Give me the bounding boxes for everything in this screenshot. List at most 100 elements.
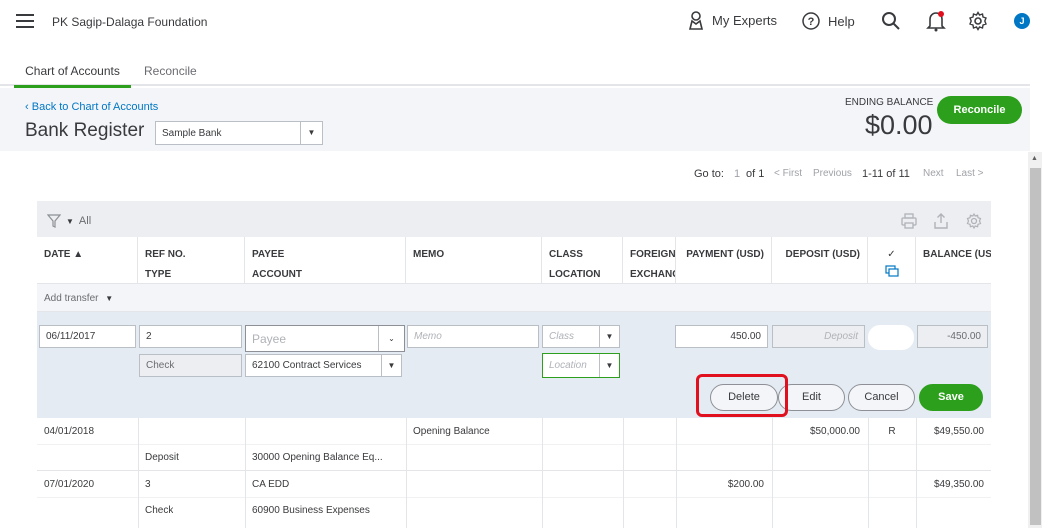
- tab-chart-of-accounts[interactable]: Chart of Accounts: [14, 64, 131, 88]
- add-transfer-label: Add transfer: [44, 293, 99, 304]
- deposit-input[interactable]: Deposit: [772, 325, 865, 348]
- pager-of-label: of 1: [746, 168, 765, 180]
- chevron-down-icon[interactable]: ⌄: [378, 326, 404, 351]
- date-input[interactable]: 06/11/2017: [39, 325, 136, 348]
- col-payment-label: PAYMENT (USD): [686, 249, 764, 260]
- scrollbar-thumb[interactable]: [1030, 168, 1041, 525]
- help-label: Help: [828, 13, 855, 29]
- col-header-payee-account[interactable]: PAYEE ACCOUNT: [245, 237, 406, 284]
- col-header-class-location[interactable]: CLASS LOCATION: [542, 237, 623, 284]
- account-select-value: Sample Bank: [162, 128, 222, 139]
- col-date-label: DATE ▲: [44, 249, 84, 260]
- class-placeholder: Class: [549, 331, 575, 342]
- col-header-date[interactable]: DATE ▲: [37, 237, 138, 284]
- expert-icon: [688, 11, 704, 30]
- row-deposit: $50,000.00: [809, 426, 860, 437]
- caret-down-icon: ▼: [105, 294, 114, 303]
- table-settings-gear-icon[interactable]: [966, 213, 982, 229]
- row-date: 04/01/2018: [44, 426, 95, 437]
- search-icon[interactable]: [881, 11, 901, 31]
- back-to-chart-link[interactable]: ‹ Back to Chart of Accounts: [25, 101, 158, 113]
- export-icon[interactable]: [933, 213, 949, 229]
- edit-button[interactable]: Edit: [778, 384, 845, 411]
- class-select[interactable]: Class ▼: [542, 325, 620, 348]
- help-button[interactable]: ? Help: [802, 12, 855, 30]
- location-select[interactable]: Location ▼: [542, 353, 620, 378]
- caret-down-icon: ▼: [599, 326, 619, 347]
- table-row[interactable]: 04/01/2018 Deposit 30000 Opening Balance…: [37, 418, 991, 470]
- scroll-up-arrow-icon[interactable]: ▲: [1031, 155, 1038, 162]
- tab-reconcile[interactable]: Reconcile: [144, 64, 197, 78]
- filter-dropdown[interactable]: ▼ All: [47, 214, 91, 228]
- account-select[interactable]: Sample Bank ▼: [155, 121, 323, 145]
- col-header-memo[interactable]: MEMO: [406, 237, 542, 284]
- col-header-ref-type[interactable]: REF NO. TYPE: [138, 237, 245, 284]
- caret-down-icon: ▼: [300, 122, 322, 144]
- reconcile-button[interactable]: Reconcile: [937, 96, 1022, 124]
- ref-no-input[interactable]: 2: [139, 325, 242, 348]
- payee-input[interactable]: Payee ⌄: [245, 325, 405, 352]
- col-cleared-label: ✓: [887, 249, 896, 260]
- notification-bell-icon[interactable]: [926, 10, 946, 32]
- col-header-foreign-exchange[interactable]: FOREIGN EXCHANG: [623, 237, 676, 284]
- table-header-row: DATE ▲ REF NO. TYPE PAYEE ACCOUNT MEMO CLA…: [37, 237, 991, 284]
- pager-previous-link[interactable]: Previous: [813, 168, 852, 179]
- table-row[interactable]: 07/01/2020 3 Check CA EDD 60900 Business…: [37, 471, 991, 523]
- col-location-label: LOCATION: [549, 269, 601, 280]
- col-ref-label: REF NO.: [145, 249, 186, 260]
- ending-balance-value: $0.00: [865, 110, 933, 140]
- settings-gear-icon[interactable]: [968, 11, 988, 31]
- register-header: ‹ Back to Chart of Accounts Bank Registe…: [0, 88, 1030, 151]
- payment-input[interactable]: 450.00: [675, 325, 768, 348]
- my-experts-button[interactable]: My Experts: [688, 10, 777, 30]
- help-icon: ?: [802, 12, 820, 30]
- add-transfer-row: Add transfer ▼: [37, 284, 991, 312]
- company-name: PK Sagip-Dalaga Foundation: [52, 15, 208, 29]
- row-account: 60900 Business Expenses: [252, 505, 370, 516]
- row-balance: $49,350.00: [933, 479, 984, 490]
- filter-label: All: [78, 215, 92, 227]
- col-header-cleared[interactable]: ✓: [868, 237, 916, 284]
- col-header-payment[interactable]: PAYMENT (USD): [676, 237, 772, 284]
- balance-field: -450.00: [917, 325, 988, 348]
- pager-first-link[interactable]: < First: [774, 168, 802, 179]
- copy-icon[interactable]: [884, 265, 899, 277]
- filter-funnel-icon: [47, 214, 61, 228]
- pager-last-link[interactable]: Last >: [956, 168, 984, 179]
- memo-input[interactable]: Memo: [407, 325, 539, 348]
- caret-down-icon: ▼: [381, 355, 401, 376]
- page-title: Bank Register: [25, 120, 145, 141]
- col-exchange-label: EXCHANG: [630, 269, 676, 280]
- col-memo-label: MEMO: [413, 249, 445, 260]
- pager-goto-label: Go to:: [694, 168, 724, 180]
- row-date: 07/01/2020: [44, 479, 95, 490]
- table-toolbar: ▼ All: [37, 201, 991, 237]
- menu-icon[interactable]: [16, 14, 34, 28]
- row-payment: $200.00: [727, 479, 764, 490]
- ending-balance-label: ENDING BALANCE: [845, 97, 934, 108]
- top-bar: PK Sagip-Dalaga Foundation My Experts ? …: [0, 0, 1045, 46]
- save-button[interactable]: Save: [919, 384, 983, 411]
- pager-page-input[interactable]: 1: [734, 168, 740, 180]
- cancel-button[interactable]: Cancel: [848, 384, 915, 411]
- col-deposit-label: DEPOSIT (USD): [785, 249, 860, 260]
- pager-next-link[interactable]: Next: [923, 168, 944, 179]
- row-type: Deposit: [145, 452, 179, 463]
- account-input-value: 62100 Contract Services: [252, 360, 362, 371]
- account-input[interactable]: 62100 Contract Services ▼: [245, 354, 402, 377]
- user-avatar[interactable]: J: [1014, 13, 1030, 29]
- row-memo: Opening Balance: [413, 426, 490, 437]
- print-icon[interactable]: [901, 213, 917, 229]
- caret-down-icon: ▼: [66, 216, 74, 226]
- col-type-label: TYPE: [145, 269, 172, 280]
- add-transfer-dropdown[interactable]: Add transfer ▼: [44, 293, 113, 304]
- location-placeholder: Location: [549, 360, 587, 371]
- col-header-balance[interactable]: BALANCE (USD: [916, 237, 991, 284]
- col-payee-label: PAYEE: [252, 249, 285, 260]
- row-cleared: R: [888, 426, 896, 437]
- my-experts-label: My Experts: [712, 12, 778, 28]
- col-balance-label: BALANCE (USD: [923, 249, 991, 260]
- row-balance: $49,550.00: [933, 426, 984, 437]
- col-header-deposit[interactable]: DEPOSIT (USD): [772, 237, 868, 284]
- cleared-toggle[interactable]: [868, 325, 914, 350]
